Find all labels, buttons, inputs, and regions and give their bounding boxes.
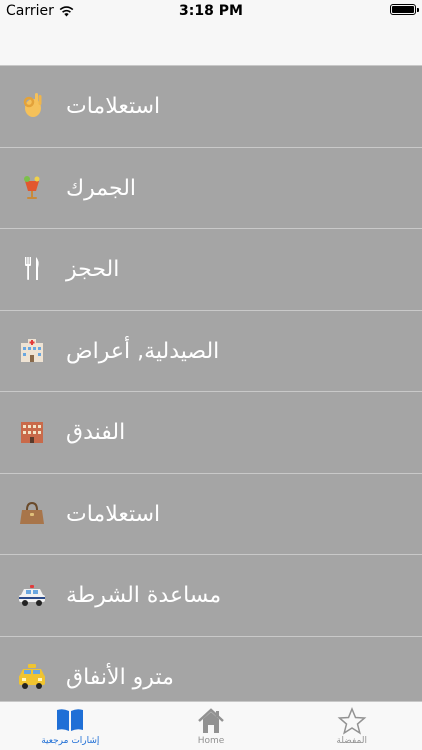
hotel-icon [21,422,43,443]
list-item[interactable]: مساعدة الشرطة [0,555,422,637]
list-item[interactable]: الجمرك [0,148,422,229]
status-bar: Carrier 3:18 PM [0,0,422,22]
taxi-icon [19,663,45,689]
police-car-icon [19,585,45,606]
tab-label: المفضلة [336,736,367,746]
hospital-icon [21,338,43,362]
tab-bookmarks[interactable]: إشارات مرجعية [0,702,141,750]
list-item[interactable]: الفندق [0,392,422,474]
status-time: 3:18 PM [179,3,243,19]
tab-bar: إشارات مرجعية Home المفضلة [0,701,422,750]
tab-favorites[interactable]: المفضلة [281,702,422,750]
handbag-icon [20,501,44,524]
navigation-bar [0,22,422,66]
list-item-label: الجمرك [66,175,137,201]
list-item-label: استعلامات [66,501,161,527]
battery-icon [390,4,419,15]
ok-hand-icon [23,93,42,117]
tab-home[interactable]: Home [141,702,282,750]
cocktail-icon [24,175,40,199]
tab-label: Home [197,736,225,746]
list-item-label: الفندق [66,420,126,445]
tab-label: إشارات مرجعية [41,736,100,746]
list-item-label: الصيدلية, أعراض [66,338,220,364]
list-item-label: مترو الأنفاق [66,664,174,690]
star-icon [337,707,367,735]
phrase-category-list: استعلامات الجمرك الحجز الصيدلية, أعراض ا… [0,66,422,701]
list-item-label: مساعدة الشرطة [66,583,222,608]
list-item[interactable]: استعلامات [0,66,422,148]
list-item[interactable]: الصيدلية, أعراض [0,311,422,392]
book-icon [57,709,84,731]
list-item-label: استعلامات [66,94,161,119]
list-item[interactable]: الحجز [0,229,422,311]
fork-knife-icon [25,257,39,280]
list-item[interactable]: مترو الأنفاق [0,637,422,702]
list-item[interactable]: استعلامات [0,474,422,555]
list-item-label: الحجز [66,257,120,282]
home-icon [198,708,224,733]
